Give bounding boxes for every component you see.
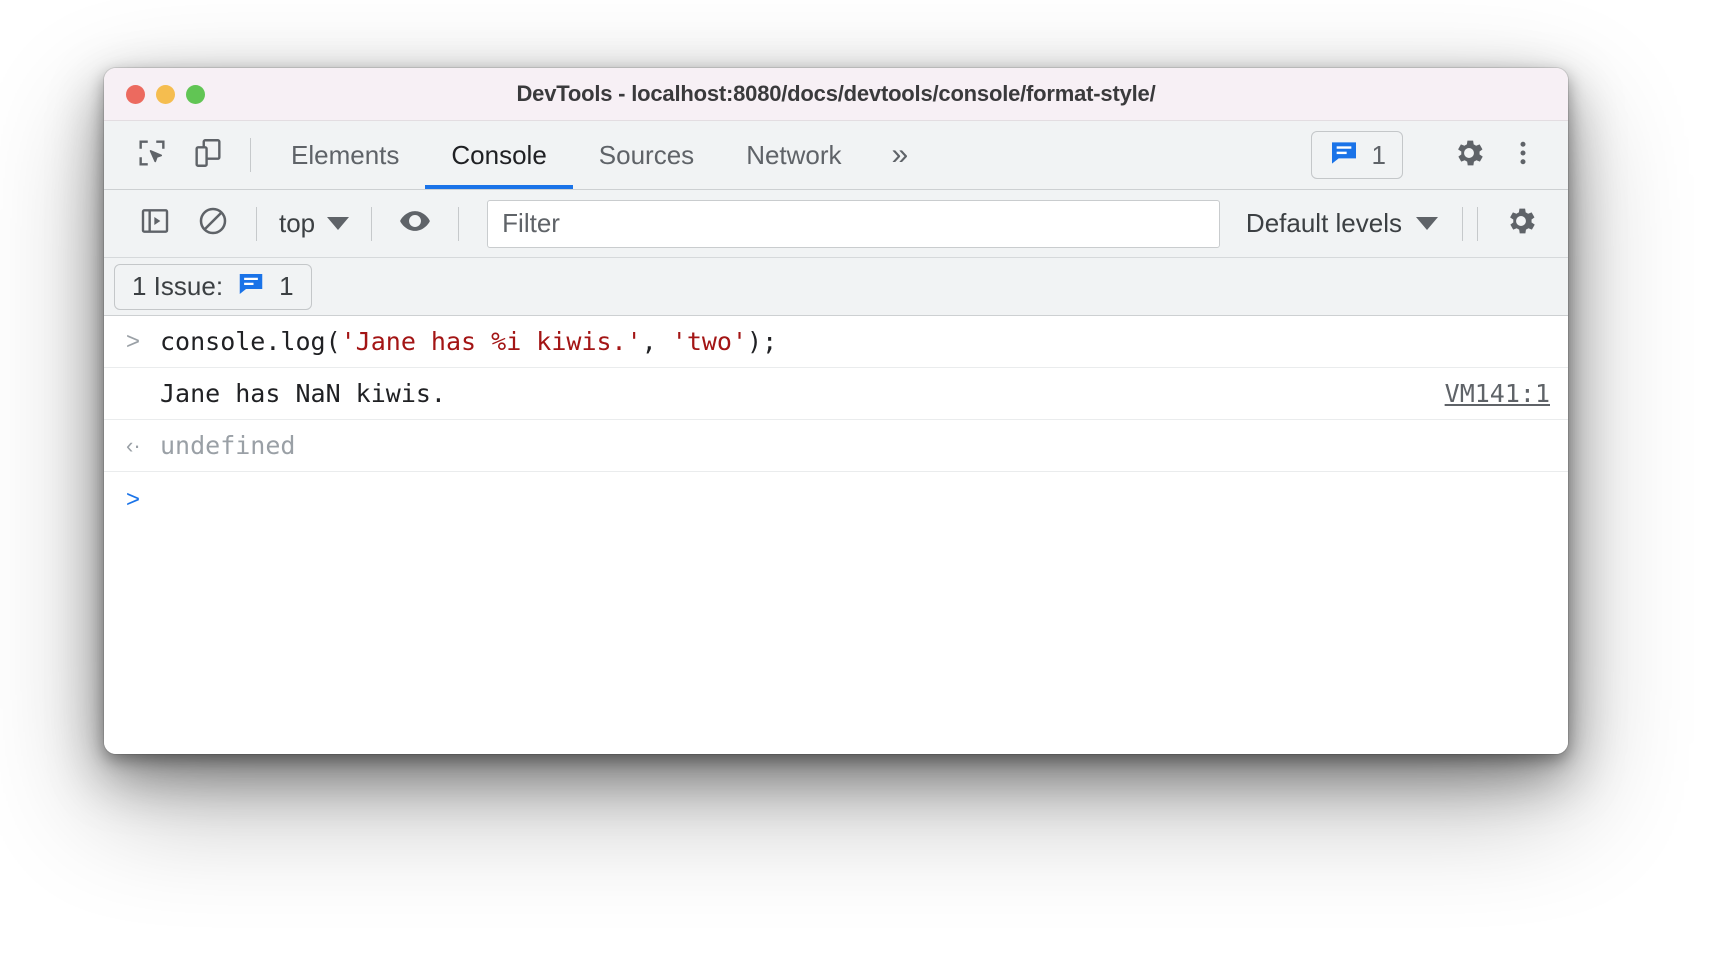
console-output-row: Jane has NaN kiwis. VM141:1 xyxy=(104,368,1568,420)
tab-network[interactable]: Network xyxy=(720,121,867,189)
console-sidebar-icon xyxy=(139,205,171,242)
toolbar-right-group: 1 xyxy=(1310,121,1568,189)
return-arrow-icon: ‹· xyxy=(126,432,141,458)
prompt-arrow-icon: > xyxy=(126,327,141,355)
issues-count: 1 xyxy=(1371,139,1386,170)
console-result-value: undefined xyxy=(160,430,296,460)
devtools-window: DevTools - localhost:8080/docs/devtools/… xyxy=(104,68,1568,754)
kebab-menu-icon xyxy=(1508,138,1538,173)
console-toolbar-divider-4 xyxy=(1462,206,1463,241)
code-segment-comma: , xyxy=(641,326,672,356)
eye-icon xyxy=(398,204,432,243)
console-issue-bar: 1 Issue: 1 xyxy=(104,258,1568,316)
panel-tabs: Elements Console Sources Network » xyxy=(265,121,932,189)
issue-summary-count: 1 xyxy=(279,271,294,301)
javascript-context-selector[interactable]: top xyxy=(271,208,357,239)
window-titlebar: DevTools - localhost:8080/docs/devtools/… xyxy=(104,68,1568,121)
search-input[interactable] xyxy=(502,208,1205,239)
code-segment-call: console.log( xyxy=(160,326,341,356)
zoom-window-button[interactable] xyxy=(186,84,205,104)
more-tabs-button[interactable]: » xyxy=(868,121,933,189)
inspect-element-icon xyxy=(135,136,169,175)
console-toolbar-divider-5 xyxy=(1477,206,1478,241)
clear-console-icon xyxy=(197,205,229,242)
log-level-selector[interactable]: Default levels xyxy=(1236,208,1448,239)
clear-console-button[interactable] xyxy=(184,200,242,248)
console-input-row[interactable]: > console.log('Jane has %i kiwis.', 'two… xyxy=(104,316,1568,368)
console-toolbar-divider-2 xyxy=(371,206,373,241)
screenshot-root: DevTools - localhost:8080/docs/devtools/… xyxy=(0,0,1722,974)
devtools-main-toolbar: Elements Console Sources Network » 1 xyxy=(104,121,1568,190)
device-toolbar-button[interactable] xyxy=(180,121,236,189)
issues-counter-button[interactable]: 1 xyxy=(1310,131,1403,179)
live-expression-button[interactable] xyxy=(386,200,444,248)
minimize-window-button[interactable] xyxy=(156,84,175,104)
tab-elements[interactable]: Elements xyxy=(265,121,425,189)
issue-summary-button[interactable]: 1 Issue: 1 xyxy=(114,263,312,310)
window-title: DevTools - localhost:8080/docs/devtools/… xyxy=(516,81,1156,106)
device-toolbar-icon xyxy=(191,136,225,175)
console-result-row: ‹· undefined xyxy=(104,420,1568,472)
traffic-light-group xyxy=(126,84,205,104)
console-toolbar-divider-1 xyxy=(256,206,257,241)
console-sidebar-toggle-button[interactable] xyxy=(126,200,184,248)
tab-console[interactable]: Console xyxy=(425,121,574,189)
console-input-expression: console.log('Jane has %i kiwis.', 'two')… xyxy=(160,326,777,357)
console-message-list: > console.log('Jane has %i kiwis.', 'two… xyxy=(104,316,1568,754)
devtools-settings-button[interactable] xyxy=(1442,136,1496,175)
issue-summary-label: 1 Issue: xyxy=(132,271,224,301)
prompt-arrow-icon: > xyxy=(126,486,141,513)
log-level-label: Default levels xyxy=(1245,208,1402,238)
chevron-down-icon xyxy=(1416,217,1438,230)
code-segment-tail: ); xyxy=(747,326,778,356)
tab-sources[interactable]: Sources xyxy=(573,121,720,189)
inspect-element-button[interactable] xyxy=(124,121,180,189)
context-selector-label: top xyxy=(279,208,316,238)
console-settings-button[interactable] xyxy=(1492,200,1550,248)
code-segment-string-2: 'two' xyxy=(671,326,748,356)
chevron-down-icon xyxy=(327,217,350,230)
console-output-text: Jane has NaN kiwis. xyxy=(160,378,446,408)
toolbar-divider xyxy=(250,138,251,172)
console-prompt-row[interactable]: > xyxy=(104,472,1568,528)
gear-icon xyxy=(1504,204,1538,243)
console-toolbar-divider-3 xyxy=(458,206,460,241)
console-filter-field[interactable] xyxy=(487,199,1220,248)
issues-message-icon xyxy=(236,269,266,304)
issues-message-icon xyxy=(1328,137,1360,174)
console-source-link[interactable]: VM141:1 xyxy=(1445,378,1550,409)
devtools-more-options-button[interactable] xyxy=(1496,138,1550,173)
close-window-button[interactable] xyxy=(126,84,145,104)
code-segment-string-1: 'Jane has %i kiwis.' xyxy=(340,326,642,356)
console-toolbar: top Default levels xyxy=(104,190,1568,258)
gear-icon xyxy=(1452,136,1486,175)
